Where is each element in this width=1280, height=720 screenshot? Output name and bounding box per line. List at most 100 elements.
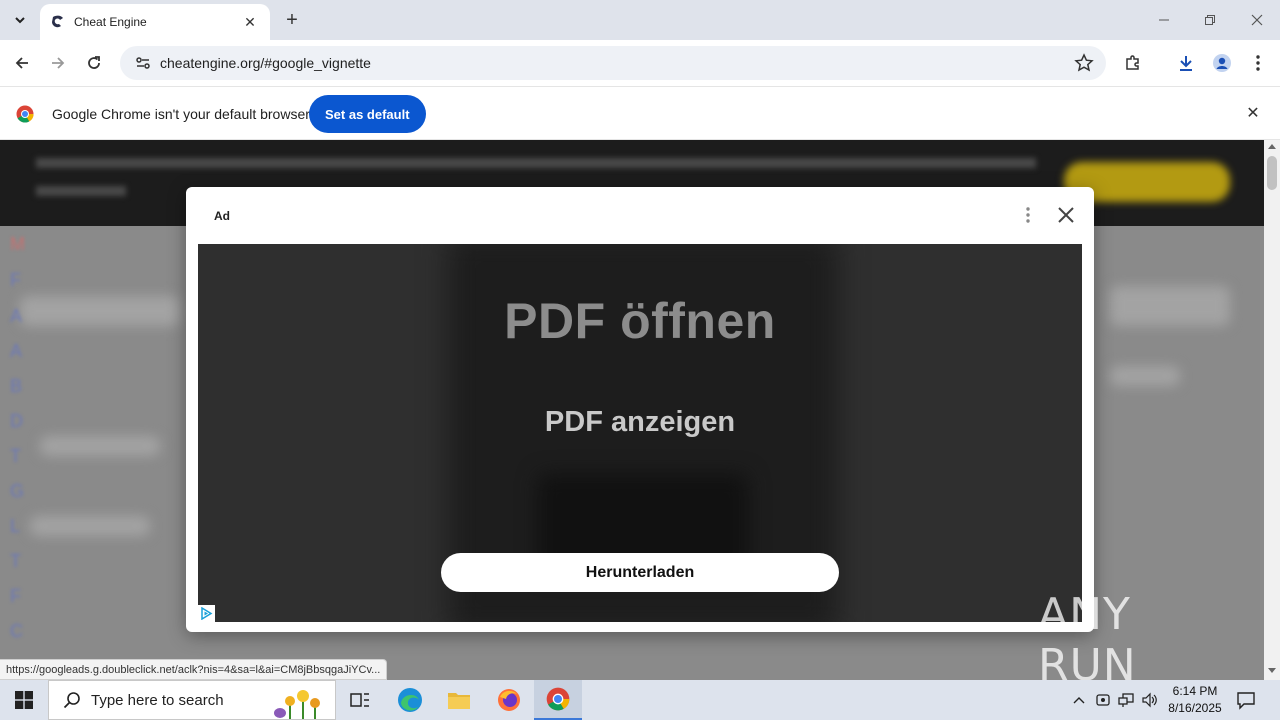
tab-close-icon[interactable]: ✕ (240, 12, 260, 32)
blur-block (1110, 286, 1230, 326)
restore-button[interactable] (1187, 6, 1233, 34)
side-link-blur: F (10, 270, 21, 290)
profile-icon (1213, 54, 1231, 72)
task-view-icon (350, 693, 369, 707)
scroll-thumb[interactable] (1267, 156, 1277, 190)
new-tab-button[interactable]: + (280, 8, 304, 32)
task-view-button[interactable] (336, 680, 384, 720)
flowers-icon (274, 690, 320, 719)
site-settings-icon[interactable] (134, 54, 152, 72)
taskbar-clock[interactable]: 6:14 PM 8/16/2025 (1160, 683, 1230, 717)
infobar-close-icon[interactable]: ✕ (1244, 104, 1262, 122)
tray-device-button[interactable] (1093, 690, 1113, 710)
extensions-button[interactable] (1121, 51, 1145, 75)
address-url: cheatengine.org/#google_vignette (160, 55, 371, 71)
tab-cheat-engine[interactable]: Cheat Engine ✕ (40, 4, 270, 40)
side-link-blur: B (10, 376, 23, 396)
ad-headline: PDF öffnen (504, 293, 776, 349)
ad-close-button[interactable] (1054, 203, 1078, 227)
adchoices-triangle-icon (201, 607, 213, 620)
ad-creative[interactable]: PDF öffnen PDF anzeigen Herunterladen (198, 244, 1082, 622)
close-window-button[interactable] (1234, 6, 1280, 34)
notification-icon (1237, 692, 1255, 710)
banner-text-blur (36, 186, 126, 196)
taskbar-file-explorer[interactable] (435, 680, 483, 720)
firefox-icon (498, 689, 520, 711)
windows-logo-icon (15, 691, 33, 709)
network-icon (1118, 693, 1134, 707)
ad-label: Ad (214, 209, 230, 223)
scroll-up-arrow-icon[interactable] (1268, 144, 1276, 149)
page-scrollbar[interactable] (1264, 140, 1280, 680)
blur-block (30, 516, 150, 536)
blur-block (40, 436, 160, 456)
ad-options-button[interactable] (1018, 205, 1038, 225)
edge-icon (398, 688, 422, 712)
taskbar-edge[interactable] (386, 680, 434, 720)
chevron-up-icon (1073, 697, 1085, 704)
watermark-text: ANY RUN (1038, 589, 1137, 691)
windows-taskbar: Type here to search 6:14 PM 8/16/2025 (0, 680, 1280, 720)
side-link-blur: C (10, 621, 23, 641)
browser-toolbar: cheatengine.org/#google_vignette (0, 40, 1280, 86)
anyrun-watermark: ANY RUN (1038, 589, 1238, 691)
start-button[interactable] (0, 680, 48, 720)
reload-button[interactable] (80, 49, 108, 77)
side-link-blur: L (10, 516, 21, 536)
side-link-blur: F (10, 586, 21, 606)
close-icon (1058, 207, 1074, 223)
blur-block (1110, 366, 1180, 386)
side-link-blur: D (10, 411, 23, 431)
tray-network-button[interactable] (1116, 690, 1136, 710)
address-bar[interactable]: cheatengine.org/#google_vignette (120, 46, 1106, 80)
side-link-blur: T (10, 551, 21, 571)
taskbar-search-placeholder: Type here to search (91, 691, 224, 709)
ad-subheadline: PDF anzeigen (544, 406, 736, 438)
set-default-button[interactable]: Set as default (309, 95, 426, 133)
status-bar-url: https://googleads.g.doubleclick.net/aclk… (0, 659, 388, 680)
downloads-button[interactable] (1174, 51, 1198, 75)
side-link-blur: G (10, 481, 25, 501)
chrome-icon (546, 687, 570, 711)
clock-time: 6:14 PM (1172, 684, 1218, 698)
profile-button[interactable] (1210, 51, 1234, 75)
forward-button[interactable] (44, 49, 72, 77)
more-vert-icon (1026, 207, 1030, 223)
banner-text-blur (36, 158, 1036, 168)
tray-volume-button[interactable] (1140, 690, 1160, 710)
ad-download-button[interactable]: Herunterladen (441, 553, 839, 592)
blur-block (20, 296, 180, 326)
tab-strip: Cheat Engine ✕ + (0, 0, 1280, 40)
reload-icon (88, 56, 100, 69)
taskbar-search-box[interactable]: Type here to search (48, 680, 336, 720)
folder-icon (448, 693, 470, 709)
side-link-blur: M (10, 234, 25, 254)
side-link-blur: A (10, 306, 23, 326)
minimize-button[interactable] (1141, 6, 1187, 34)
tab-search-button[interactable] (6, 6, 34, 34)
tab-title: Cheat Engine (74, 15, 147, 29)
volume-icon (1142, 692, 1157, 708)
search-icon (63, 692, 80, 709)
notification-center-button[interactable] (1236, 690, 1258, 710)
clock-date: 8/16/2025 (1168, 701, 1222, 715)
side-link-blur: A (10, 341, 23, 361)
cheat-engine-icon (52, 15, 63, 28)
star-icon[interactable] (1074, 53, 1094, 73)
back-button[interactable] (8, 49, 36, 77)
chevron-down-icon (15, 17, 25, 24)
infobar-message: Google Chrome isn't your default browser (52, 106, 310, 122)
default-browser-infobar: Google Chrome isn't your default browser… (0, 86, 1280, 140)
arrow-right-icon (52, 57, 65, 69)
restore-icon (1205, 15, 1215, 25)
ad-vignette-dialog: Ad PDF öffnen PDF anzeigen Herunterladen (186, 187, 1094, 632)
menu-button[interactable] (1246, 51, 1270, 75)
scroll-down-arrow-icon[interactable] (1268, 668, 1276, 673)
taskbar-firefox[interactable] (485, 680, 533, 720)
taskbar-chrome[interactable] (534, 680, 582, 720)
more-vert-icon (1256, 55, 1260, 71)
device-icon (1096, 694, 1110, 706)
tray-overflow-button[interactable] (1069, 690, 1089, 710)
arrow-left-icon (15, 57, 28, 69)
adchoices-icon[interactable] (198, 605, 215, 622)
